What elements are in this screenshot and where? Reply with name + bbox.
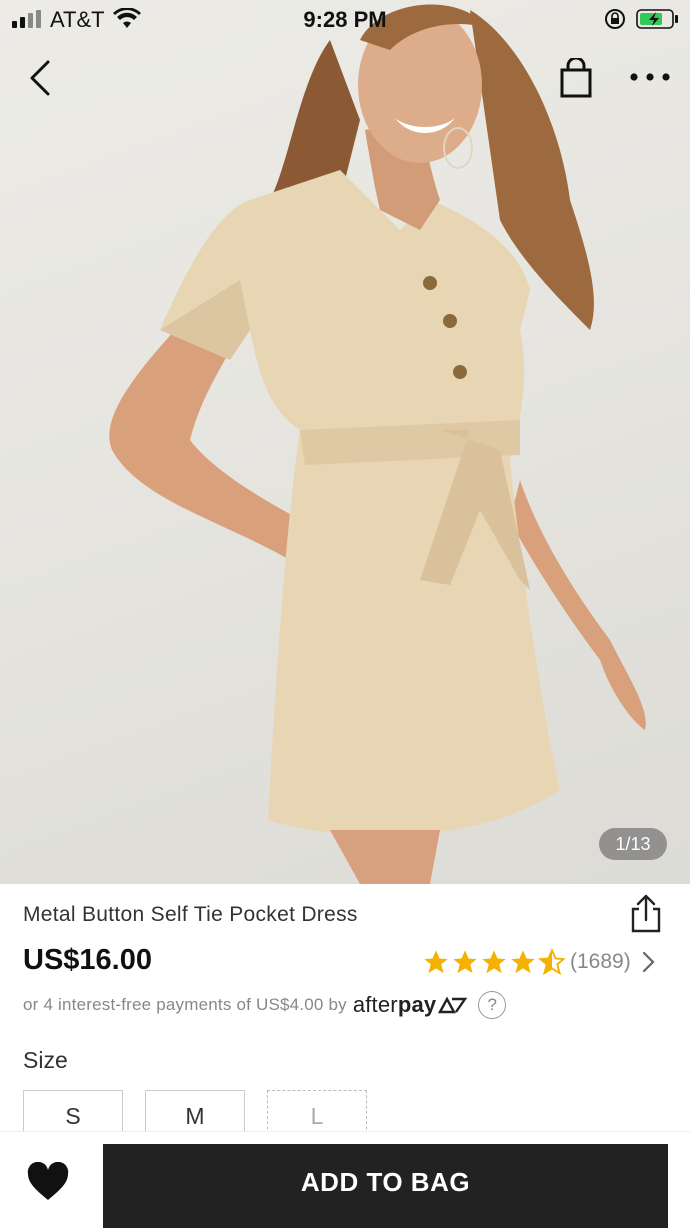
afterpay-logo[interactable]: afterpay — [353, 992, 437, 1018]
star-full-icon — [424, 950, 448, 974]
review-count: (1689) — [570, 950, 631, 973]
size-label: Size — [23, 1047, 68, 1073]
star-full-icon — [511, 950, 535, 974]
product-image-gallery[interactable] — [0, 0, 690, 884]
rating-summary[interactable]: (1689) — [422, 946, 657, 978]
status-bar: AT&T 9:28 PM — [0, 0, 690, 40]
battery-icon — [636, 9, 678, 29]
image-counter: 1/13 — [599, 828, 667, 860]
product-price: US$16.00 — [23, 944, 152, 976]
product-photo — [109, 4, 646, 884]
star-full-icon — [453, 950, 477, 974]
star-half-icon — [538, 948, 566, 976]
afterpay-help-icon[interactable]: ? — [478, 991, 507, 1019]
back-icon[interactable] — [22, 56, 62, 100]
installment-info: or 4 interest-free payments of US$4.00 b… — [23, 991, 507, 1019]
share-icon[interactable] — [627, 893, 665, 933]
afterpay-mark-icon — [438, 996, 468, 1014]
star-full-icon — [482, 950, 506, 974]
chevron-right-icon — [642, 951, 655, 973]
heart-icon[interactable] — [26, 1162, 70, 1202]
product-title: Metal Button Self Tie Pocket Dress — [23, 903, 358, 926]
shopping-bag-icon[interactable] — [554, 58, 598, 100]
orientation-lock-icon — [605, 9, 625, 29]
more-options-icon[interactable] — [628, 64, 672, 90]
add-to-bag-button[interactable]: ADD TO BAG — [103, 1144, 668, 1228]
bottom-action-bar: ADD TO BAG — [0, 1131, 690, 1228]
clock: 9:28 PM — [303, 7, 387, 32]
installment-text: or 4 interest-free payments of US$4.00 b… — [23, 995, 347, 1014]
